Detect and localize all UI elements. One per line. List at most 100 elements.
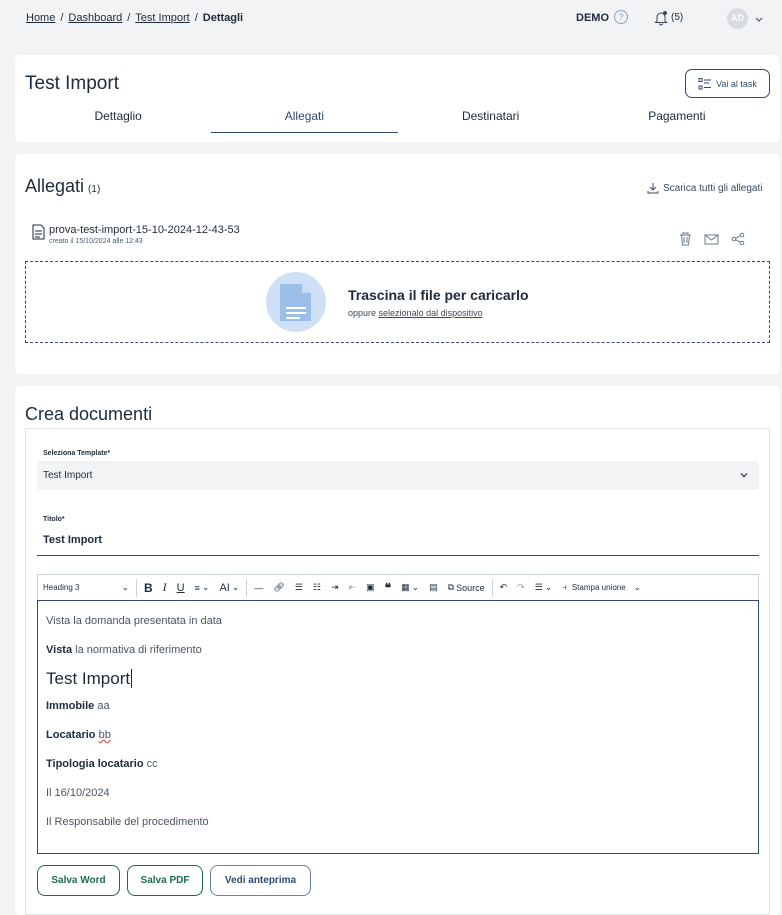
tab-destinatari[interactable]: Destinatari (398, 107, 584, 133)
editor-line: Il 16/10/2024 (46, 787, 110, 799)
document-icon (32, 224, 45, 240)
bold-button[interactable]: B (139, 575, 158, 600)
title-label: Titolo* (43, 516, 65, 523)
image-button[interactable]: ▣ (361, 575, 380, 600)
horizontal-line-icon: — (254, 582, 264, 593)
list-format-icon: ☰ (534, 582, 543, 592)
template-value: Test Import (43, 470, 93, 481)
chevron-down-icon[interactable] (754, 11, 764, 29)
tab-dettaglio[interactable]: Dettaglio (25, 107, 211, 133)
mail-merge-dropdown[interactable]: ⫞ Stampa unione ⌄ (557, 575, 646, 600)
source-button[interactable]: ⧉ Source (443, 575, 490, 600)
redo-icon: ↷ (517, 582, 525, 592)
outdent-icon: ⇤ (348, 582, 357, 592)
download-all-button[interactable]: Scarica tutti gli allegati (647, 182, 763, 194)
font-size-button[interactable]: AI ⌄ (214, 575, 244, 600)
link-icon: 🔗︎ (273, 582, 285, 592)
editor-line: Il Responsabile del procedimento (46, 816, 209, 828)
heading-dropdown[interactable]: Heading 3 ⌄ (38, 575, 134, 600)
quote-icon: ❝ (384, 580, 392, 595)
drop-title: Trascina il file per caricarlo (348, 287, 529, 303)
help-icon[interactable]: ? (614, 10, 628, 24)
tab-allegati[interactable]: Allegati (211, 107, 398, 133)
bulleted-list-button[interactable]: ☰ (290, 575, 308, 600)
page-header-card: Test Import Vai al task Dettaglio Allega… (15, 55, 780, 142)
page-break-button[interactable]: ▤ (424, 575, 443, 600)
template-select[interactable]: Test Import (37, 461, 759, 490)
image-icon: ▣ (366, 582, 375, 592)
undo-button[interactable]: ↶ (495, 575, 513, 600)
checklist-icon (698, 77, 712, 89)
create-documents-title: Crea documenti (25, 404, 153, 424)
redo-button[interactable]: ↷ (512, 575, 530, 600)
page-break-icon: ▤ (429, 582, 438, 592)
source-icon: ⧉ (447, 582, 455, 592)
italic-button[interactable]: I (158, 575, 172, 600)
drop-subtitle: oppure selezionalo dal dispositivo (348, 308, 483, 318)
tab-pagamenti[interactable]: Pagamenti (584, 107, 770, 133)
undo-icon: ↶ (499, 582, 508, 592)
action-buttons: Salva Word Salva PDF Vedi anteprima (37, 865, 311, 896)
save-word-button[interactable]: Salva Word (37, 865, 120, 896)
table-button[interactable]: ▦ ⌄ (396, 575, 424, 600)
more-format-button[interactable]: ☰ ⌄ (530, 575, 558, 600)
outdent-button[interactable]: ⇤ (344, 575, 362, 600)
editor-toolbar: Heading 3 ⌄ B I U ≡ ⌄ AI ⌄ — 🔗︎ ☰ ☷ ⇥ ⇤ ▣ ❝… (37, 574, 759, 600)
go-to-task-button[interactable]: Vai al task (685, 69, 770, 98)
upload-illustration (266, 272, 326, 332)
breadcrumb-test-import[interactable]: Test Import (135, 12, 189, 24)
editor-line: Locatario bb (46, 729, 111, 741)
go-to-task-label: Vai al task (716, 78, 757, 89)
numbered-list-button[interactable]: ☷ (308, 575, 326, 600)
save-pdf-button[interactable]: Salva PDF (127, 865, 203, 896)
notification-count: (5) (671, 12, 684, 23)
tab-bar: Dettaglio Allegati Destinatari Pagamenti (25, 107, 770, 133)
editor-line: Vista la domanda presentata in data (46, 615, 222, 627)
rich-text-editor[interactable]: Vista la domanda presentata in data Vist… (37, 600, 759, 854)
bell-icon[interactable] (654, 10, 668, 31)
attachments-card: Allegati (1) Scarica tutti gli allegati p… (15, 154, 780, 374)
chevron-down-icon (740, 473, 748, 478)
breadcrumb-home[interactable]: Home (26, 12, 55, 24)
preview-button[interactable]: Vedi anteprima (210, 865, 311, 896)
template-label: Seleziona Template* (43, 450, 111, 457)
page-title: Test Import (25, 73, 119, 94)
attachment-item: prova-test-import-15-10-2024-12-43-53 cr… (32, 224, 240, 245)
top-bar: Home / Dashboard / Test Import / Dettagli DEMO… (0, 0, 782, 38)
avatar[interactable]: AD (727, 8, 748, 29)
attachment-name[interactable]: prova-test-import-15-10-2024-12-43-53 (49, 224, 240, 236)
numbered-list-icon: ☷ (312, 582, 321, 592)
align-button[interactable]: ≡ ⌄ (190, 575, 215, 600)
indent-icon: ⇥ (330, 582, 339, 592)
blockquote-button[interactable]: ❝ (380, 575, 396, 600)
align-icon: ≡ (194, 582, 200, 593)
editor-line: Vista la normativa di riferimento (46, 644, 202, 656)
create-documents-card: Crea documenti Seleziona Template* Test … (15, 386, 780, 915)
horizontal-line-button[interactable]: — (249, 575, 268, 600)
breadcrumb-dashboard[interactable]: Dashboard (68, 12, 122, 24)
attachments-title: Allegati (1) (25, 176, 101, 196)
document-form: Seleziona Template* Test Import Titolo* … (25, 428, 770, 915)
attachment-actions (679, 232, 745, 246)
breadcrumb: Home / Dashboard / Test Import / Dettagli (26, 12, 244, 24)
table-icon: ▦ (401, 582, 410, 592)
attachments-count: (1) (88, 184, 101, 195)
merge-icon: ⫞ (562, 582, 567, 592)
bulleted-list-icon: ☰ (294, 582, 303, 592)
title-input[interactable]: Test Import (37, 528, 759, 556)
breadcrumb-current: Dettagli (202, 12, 244, 24)
file-drop-zone[interactable]: Trascina il file per caricarlo oppure se… (25, 261, 770, 343)
select-from-device-link[interactable]: selezionalo dal dispositivo (379, 308, 483, 318)
share-icon[interactable] (731, 232, 745, 246)
environment-label: DEMO (576, 12, 609, 24)
indent-button[interactable]: ⇥ (326, 575, 344, 600)
mail-icon[interactable] (704, 232, 719, 246)
underline-button[interactable]: U (172, 575, 190, 600)
editor-line: Tipologia locatario cc (46, 758, 158, 770)
trash-icon[interactable] (679, 232, 692, 246)
link-button[interactable]: 🔗︎ (268, 575, 289, 600)
editor-line: Immobile aa (46, 700, 110, 712)
attachment-meta: creato il 15/10/2024 alle 12:43 (49, 238, 143, 245)
download-icon (647, 183, 659, 194)
editor-heading: Test Import (46, 669, 133, 688)
